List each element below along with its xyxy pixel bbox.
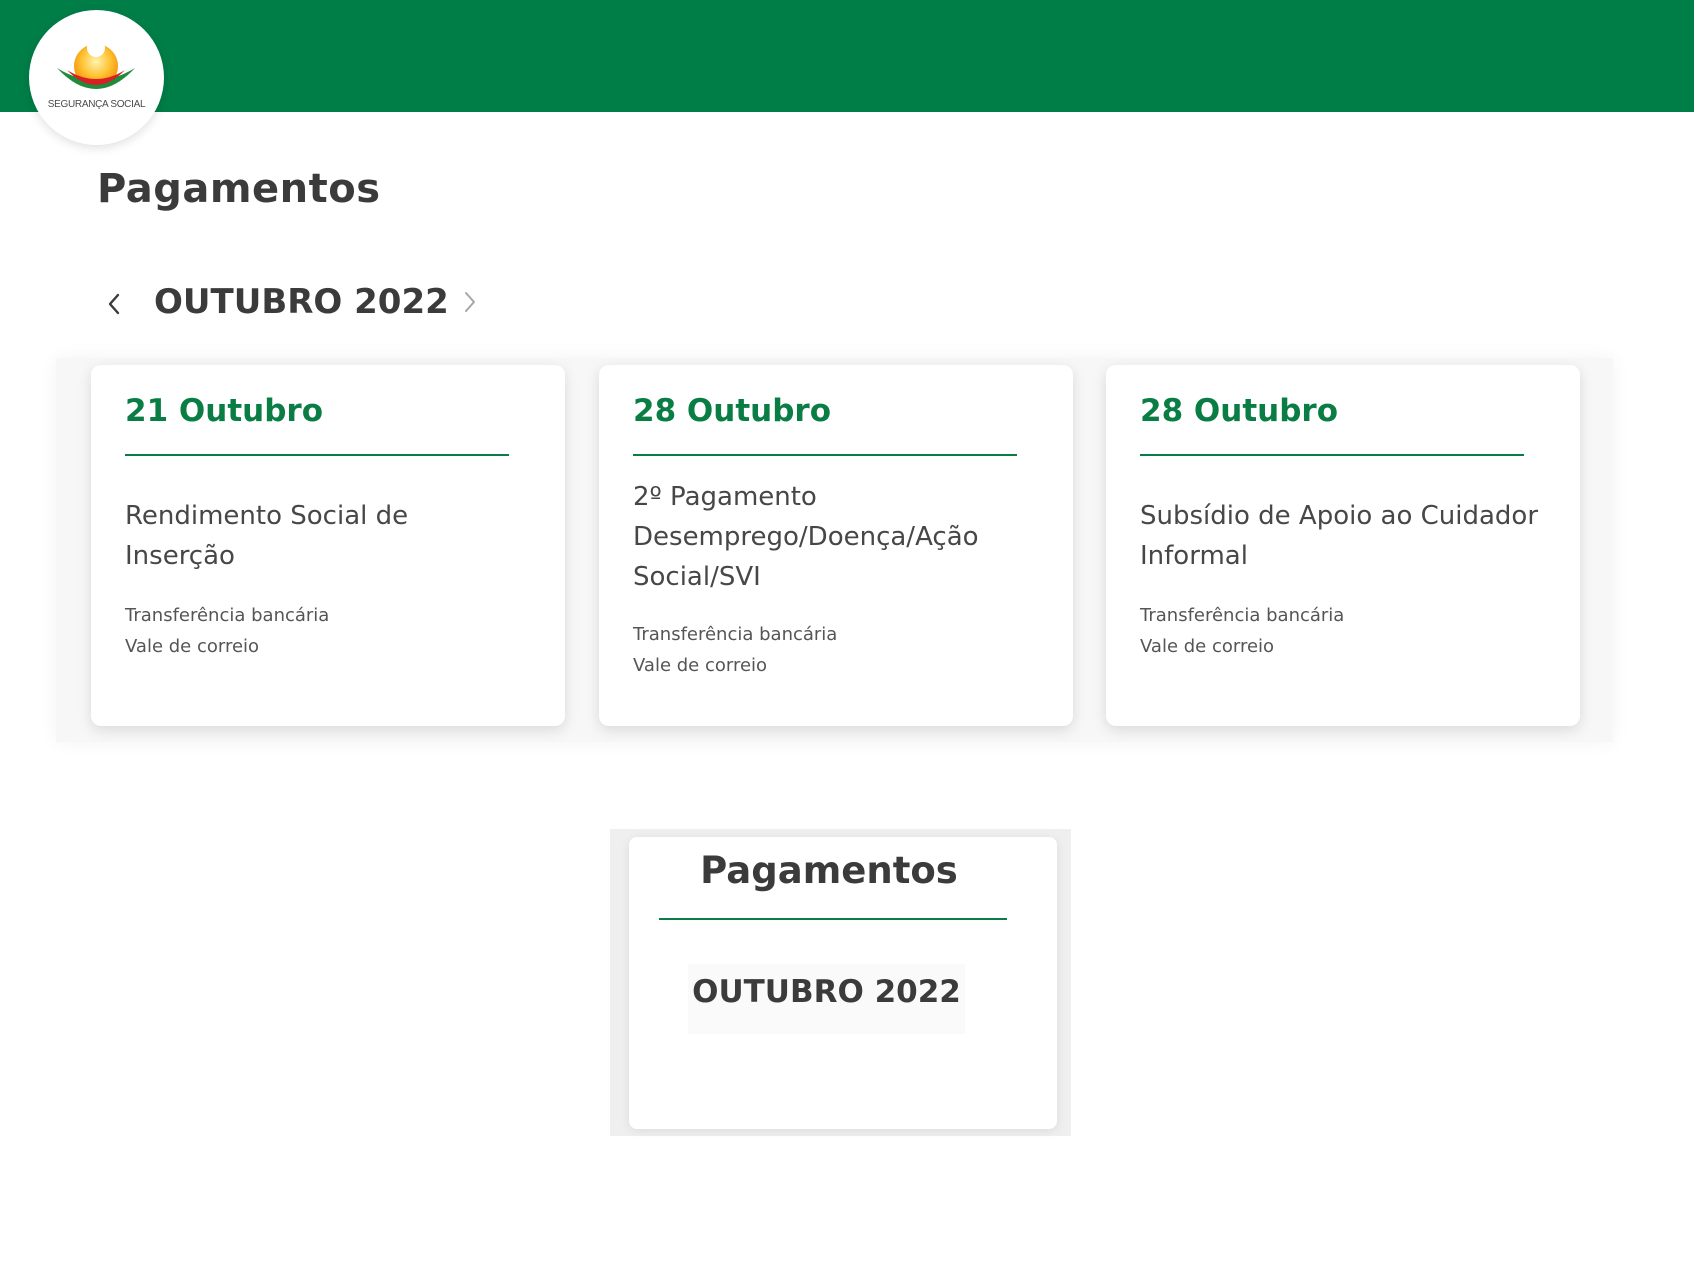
payment-method: Vale de correio: [633, 655, 768, 676]
chevron-left-icon[interactable]: [106, 292, 122, 320]
payment-method: Transferência bancária: [1140, 605, 1345, 626]
payment-card[interactable]: 21 Outubro Rendimento Social de Inserção…: [91, 365, 565, 726]
payment-method: Transferência bancária: [633, 624, 838, 645]
payment-methods: Transferência bancária Vale de correio: [125, 600, 329, 662]
mini-preview-card: Pagamentos OUTUBRO 2022: [629, 837, 1057, 1129]
page-title: Pagamentos: [97, 166, 381, 212]
payment-title: Rendimento Social de Inserção: [125, 501, 409, 571]
divider: [1140, 454, 1524, 456]
mini-month-label: OUTUBRO 2022: [692, 974, 961, 1010]
payment-method: Vale de correio: [125, 636, 260, 657]
month-navigation: OUTUBRO 2022: [100, 280, 500, 330]
payment-date: 21 Outubro: [125, 393, 324, 429]
payment-date: 28 Outubro: [1140, 393, 1339, 429]
payment-title: Subsídio de Apoio ao Cuidador Informal: [1140, 501, 1539, 571]
payment-methods: Transferência bancária Vale de correio: [633, 619, 837, 681]
divider: [659, 918, 1007, 920]
mini-month-box: OUTUBRO 2022: [688, 964, 965, 1034]
header-bar: [0, 0, 1694, 112]
payment-title: 2º Pagamento Desemprego/Doença/Ação Soci…: [633, 482, 979, 592]
payment-method: Transferência bancária: [125, 605, 330, 626]
chevron-right-icon[interactable]: [462, 290, 478, 318]
payment-card[interactable]: 28 Outubro Subsídio de Apoio ao Cuidador…: [1106, 365, 1580, 726]
logo-text: SEGURANÇA SOCIAL: [47, 99, 146, 110]
mini-title: Pagamentos: [700, 849, 958, 892]
payment-date: 28 Outubro: [633, 393, 832, 429]
current-month-label: OUTUBRO 2022: [154, 282, 449, 322]
divider: [125, 454, 509, 456]
payment-method: Vale de correio: [1140, 636, 1275, 657]
seguranca-social-logo[interactable]: SEGURANÇA SOCIAL: [29, 10, 164, 145]
payment-card[interactable]: 28 Outubro 2º Pagamento Desemprego/Doenç…: [599, 365, 1073, 726]
payment-methods: Transferência bancária Vale de correio: [1140, 600, 1344, 662]
logo-emblem-icon: [57, 39, 135, 89]
divider: [633, 454, 1017, 456]
